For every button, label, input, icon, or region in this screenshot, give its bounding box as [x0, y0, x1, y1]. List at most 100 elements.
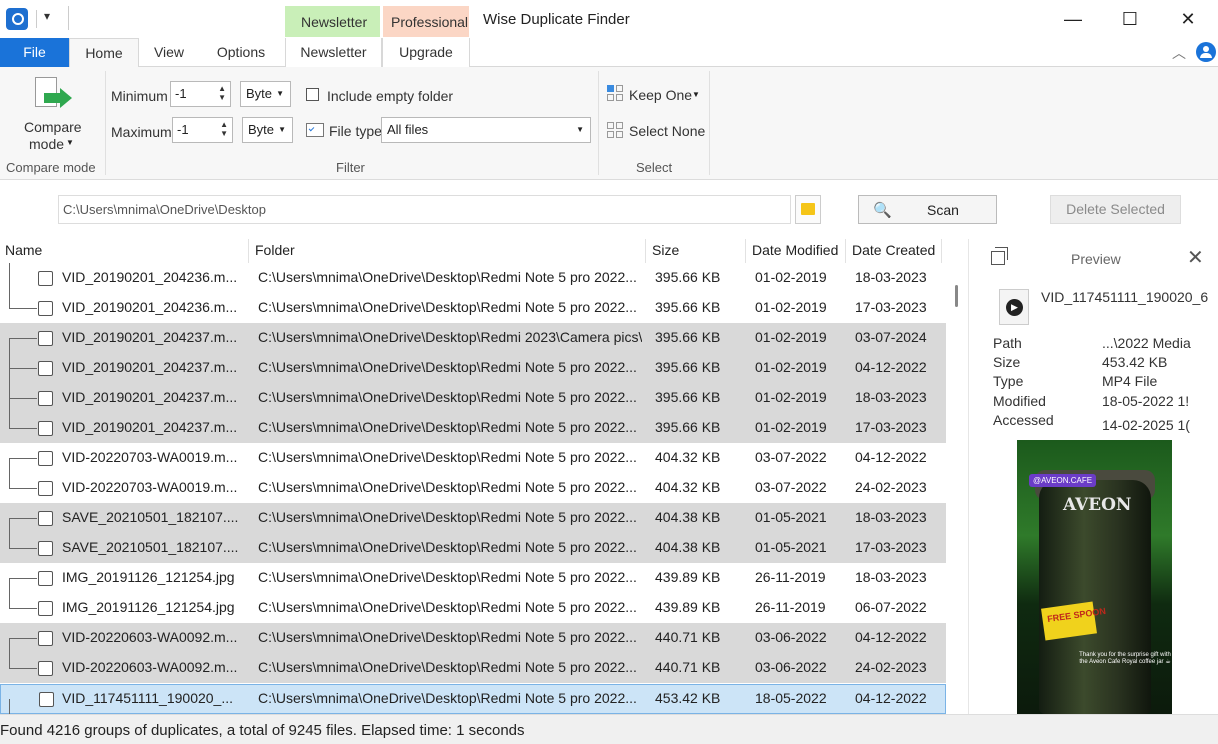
- select-none-button[interactable]: Select None: [629, 123, 705, 139]
- include-empty-folder-label[interactable]: Include empty folder: [327, 88, 453, 104]
- table-row[interactable]: VID_20190201_204237.m... C:\Users\mnima\…: [0, 323, 946, 353]
- compare-mode-label[interactable]: Compare: [24, 119, 82, 135]
- table-row[interactable]: IMG_20191126_121254.jpg C:\Users\mnima\O…: [0, 563, 946, 593]
- column-divider[interactable]: [941, 239, 942, 263]
- table-row[interactable]: SAVE_20210501_182107.... C:\Users\mnima\…: [0, 533, 946, 563]
- maximum-unit-select[interactable]: Byte ▼: [242, 117, 293, 143]
- compare-mode-icon[interactable]: [30, 75, 72, 119]
- column-divider[interactable]: [645, 239, 646, 263]
- collapse-ribbon-icon[interactable]: ︿: [1172, 43, 1186, 63]
- include-empty-folder-checkbox[interactable]: [306, 88, 319, 101]
- close-button[interactable]: ✕: [1165, 6, 1211, 32]
- file-size: 395.66 KB: [655, 329, 721, 345]
- quick-access-dropdown-icon[interactable]: ▾: [44, 9, 50, 23]
- window-title: Wise Duplicate Finder: [483, 11, 630, 28]
- row-checkbox[interactable]: [38, 601, 53, 616]
- file-name: VID-20220703-WA0019.m...: [62, 479, 238, 495]
- status-text: Found 4216 groups of duplicates, a total…: [0, 722, 525, 739]
- table-row[interactable]: VID-20220703-WA0019.m... C:\Users\mnima\…: [0, 473, 946, 503]
- file-size: 453.42 KB: [655, 690, 721, 706]
- column-divider[interactable]: [745, 239, 746, 263]
- row-checkbox[interactable]: [38, 451, 53, 466]
- keep-one-button[interactable]: Keep One: [629, 87, 692, 103]
- row-checkbox[interactable]: [38, 571, 53, 586]
- scan-button[interactable]: 🔍 Scan: [858, 195, 997, 224]
- row-checkbox[interactable]: [38, 391, 53, 406]
- scan-path-input[interactable]: C:\Users\mnima\OneDrive\Desktop: [58, 195, 791, 224]
- tab-upgrade[interactable]: Upgrade: [382, 38, 470, 67]
- chevron-down-icon[interactable]: ▼: [692, 90, 700, 99]
- column-header-size[interactable]: Size: [652, 242, 679, 258]
- file-name: VID_20190201_204237.m...: [62, 329, 238, 345]
- table-row-selected[interactable]: VID_117451111_190020_... C:\Users\mnima\…: [0, 684, 946, 714]
- vertical-scrollbar[interactable]: [946, 263, 968, 714]
- table-row[interactable]: VID_20190201_204236.m... C:\Users\mnima\…: [0, 263, 946, 293]
- minimum-unit-select[interactable]: Byte ▼: [240, 81, 291, 107]
- select-none-icon[interactable]: [607, 122, 623, 138]
- file-name: IMG_20191126_121254.jpg: [62, 569, 235, 585]
- tab-newsletter[interactable]: Newsletter: [285, 38, 382, 67]
- minimum-unit-value: Byte: [246, 86, 273, 101]
- tab-view[interactable]: View: [141, 38, 197, 67]
- tab-home[interactable]: Home: [69, 38, 139, 68]
- account-icon[interactable]: [1196, 42, 1216, 62]
- divider: [68, 6, 69, 30]
- table-row[interactable]: VID-20220603-WA0092.m... C:\Users\mnima\…: [0, 623, 946, 653]
- group-connector: [9, 699, 10, 714]
- magnifier-icon: 🔍: [873, 202, 892, 219]
- title-bar: ▾ Newsletter Professional Wise Duplicate…: [0, 0, 1218, 38]
- compare-mode-label-2[interactable]: mode: [29, 136, 64, 152]
- column-header-folder[interactable]: Folder: [255, 242, 295, 258]
- table-row[interactable]: VID_20190201_204237.m... C:\Users\mnima\…: [0, 353, 946, 383]
- minimum-size-input[interactable]: -1 ▲ ▼: [170, 81, 231, 107]
- maximize-button[interactable]: ☐: [1107, 6, 1153, 32]
- row-checkbox[interactable]: [38, 481, 53, 496]
- row-checkbox[interactable]: [38, 271, 53, 286]
- column-header-name[interactable]: Name: [5, 242, 42, 258]
- browse-folder-button[interactable]: [795, 195, 821, 224]
- row-checkbox[interactable]: [38, 511, 53, 526]
- table-row[interactable]: VID_20190201_204236.m... C:\Users\mnima\…: [0, 293, 946, 323]
- minimize-button[interactable]: —: [1050, 6, 1096, 32]
- maximum-label: Maximum: [111, 124, 172, 140]
- row-checkbox[interactable]: [38, 661, 53, 676]
- row-checkbox[interactable]: [38, 361, 53, 376]
- row-checkbox[interactable]: [39, 692, 54, 707]
- column-header-date-created[interactable]: Date Created: [852, 242, 935, 258]
- row-checkbox[interactable]: [38, 541, 53, 556]
- maximum-size-input[interactable]: -1 ▲ ▼: [172, 117, 233, 143]
- file-name: VID_117451111_190020_...: [62, 690, 234, 706]
- path-bar: C:\Users\mnima\OneDrive\Desktop 🔍 Scan D…: [0, 181, 1218, 239]
- spinner-arrows-icon[interactable]: ▲ ▼: [220, 120, 228, 138]
- column-divider[interactable]: [845, 239, 846, 263]
- file-folder: C:\Users\mnima\OneDrive\Desktop\Redmi No…: [258, 629, 637, 645]
- row-checkbox[interactable]: [38, 331, 53, 346]
- undock-icon[interactable]: [991, 247, 1008, 265]
- date-modified: 01-05-2021: [755, 509, 827, 525]
- tab-file[interactable]: File: [0, 38, 69, 67]
- delete-selected-button[interactable]: Delete Selected: [1050, 195, 1181, 224]
- row-checkbox[interactable]: [38, 631, 53, 646]
- close-preview-icon[interactable]: ✕: [1187, 245, 1204, 270]
- row-checkbox[interactable]: [38, 301, 53, 316]
- size-value: 453.42 KB: [1102, 354, 1168, 370]
- column-header-date-modified[interactable]: Date Modified: [752, 242, 838, 258]
- column-divider[interactable]: [248, 239, 249, 263]
- compare-mode-caret-icon[interactable]: ▼: [66, 138, 74, 147]
- table-row[interactable]: IMG_20191126_121254.jpg C:\Users\mnima\O…: [0, 593, 946, 623]
- row-checkbox[interactable]: [38, 421, 53, 436]
- table-row[interactable]: VID_20190201_204237.m... C:\Users\mnima\…: [0, 413, 946, 443]
- preview-title: Preview: [1071, 251, 1121, 267]
- tab-options[interactable]: Options: [205, 38, 277, 67]
- table-row[interactable]: SAVE_20210501_182107.... C:\Users\mnima\…: [0, 503, 946, 533]
- scrollbar-thumb[interactable]: [955, 285, 958, 307]
- file-type-select[interactable]: All files ▼: [381, 117, 591, 143]
- file-size: 439.89 KB: [655, 599, 721, 615]
- app-logo-icon[interactable]: [6, 8, 28, 30]
- keep-one-icon[interactable]: [607, 85, 623, 101]
- spinner-arrows-icon[interactable]: ▲ ▼: [218, 84, 226, 102]
- table-row[interactable]: VID-20220603-WA0092.m... C:\Users\mnima\…: [0, 653, 946, 683]
- table-row[interactable]: VID-20220703-WA0019.m... C:\Users\mnima\…: [0, 443, 946, 473]
- table-row[interactable]: VID_20190201_204237.m... C:\Users\mnima\…: [0, 383, 946, 413]
- preview-file-name: VID_117451111_190020_6: [1041, 289, 1209, 305]
